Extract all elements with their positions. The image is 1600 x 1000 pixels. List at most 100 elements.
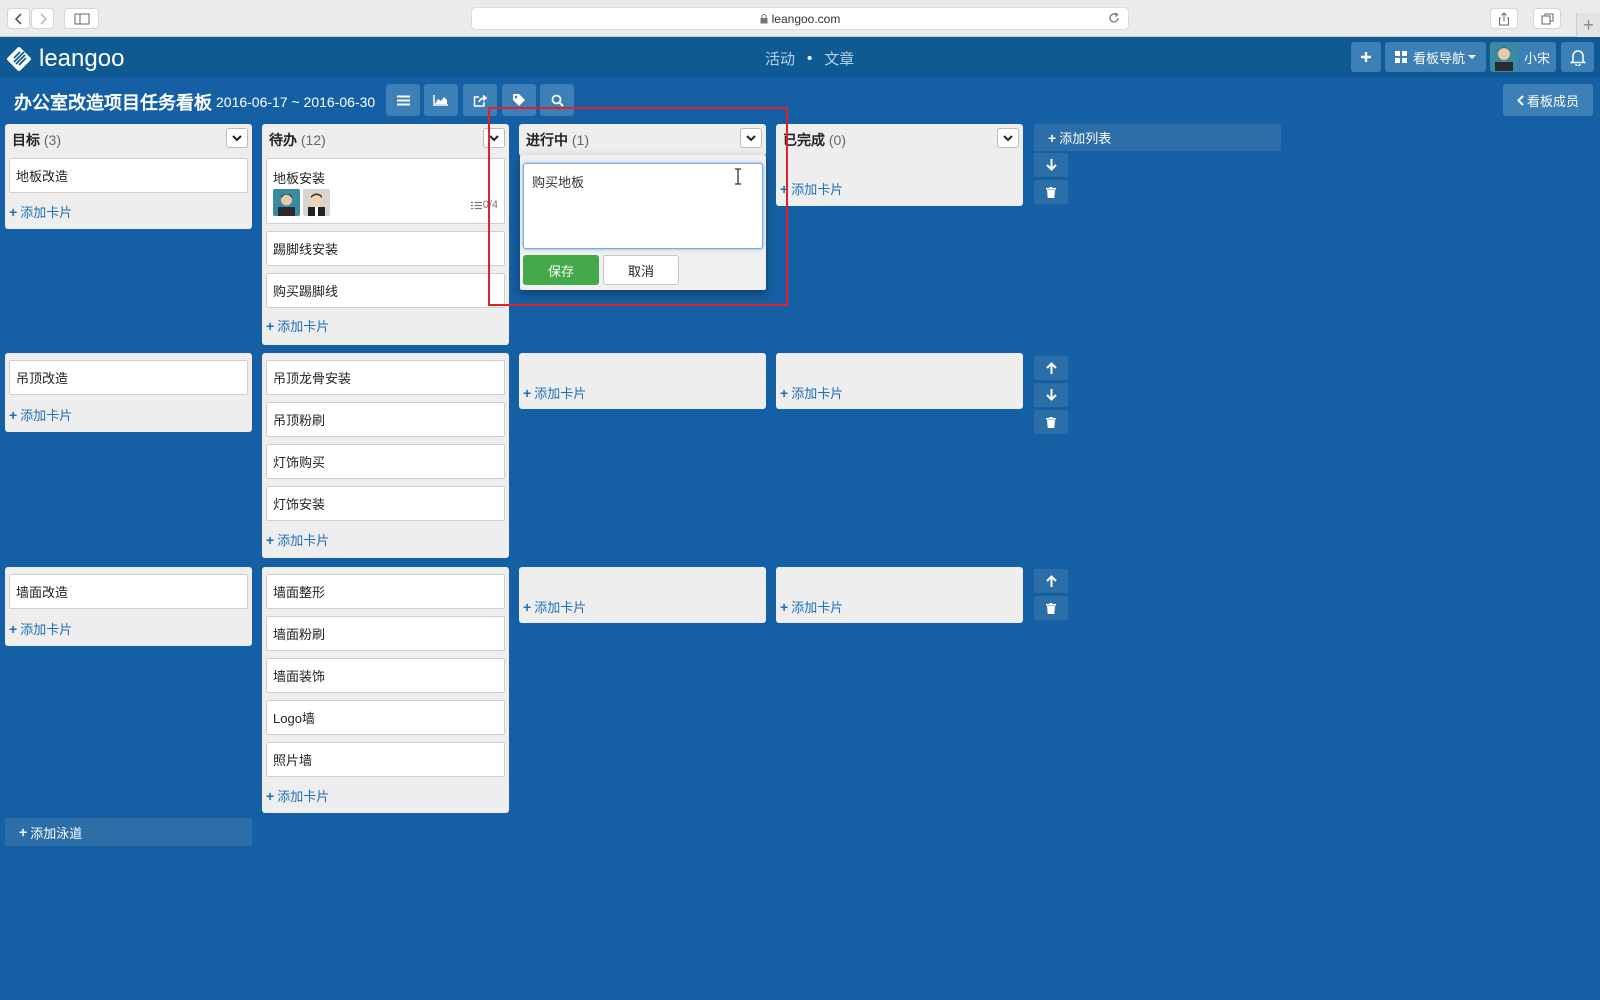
add-card-button[interactable]: + 添加卡片 <box>9 202 72 221</box>
add-list-button[interactable]: + 添加列表 <box>1034 124 1281 151</box>
card[interactable]: 灯饰安装 <box>266 486 505 521</box>
tag-icon <box>513 94 525 106</box>
share-icon <box>1499 11 1509 25</box>
add-card-button[interactable]: + 添加卡片 <box>780 179 843 198</box>
notifications-button[interactable] <box>1561 42 1594 72</box>
add-card-label: 添加卡片 <box>791 182 844 197</box>
lane3-doing-column: + 添加卡片 <box>519 567 766 623</box>
plus-icon <box>1361 52 1371 62</box>
card[interactable]: 照片墙 <box>266 742 505 777</box>
menu-icon <box>396 95 410 105</box>
tabs-overview-button[interactable] <box>1533 8 1561 29</box>
add-card-label: 添加卡片 <box>20 408 73 423</box>
column-count: (0) <box>828 132 847 148</box>
card-title: 灯饰安装 <box>273 497 326 512</box>
chevron-left-icon <box>14 12 22 25</box>
url-text: leangoo.com <box>771 11 841 26</box>
card[interactable]: Logo墙 <box>266 700 505 735</box>
lane-delete-button[interactable] <box>1034 180 1068 204</box>
plus-icon: + <box>266 317 275 334</box>
card[interactable]: 墙面改造 <box>9 574 248 609</box>
add-card-button[interactable]: + 添加卡片 <box>266 316 329 335</box>
add-card-label: 添加卡片 <box>791 386 844 401</box>
board-header: 办公室改造项目任务看板 2016-06-17 ~ 2016-06-30 <box>14 89 375 115</box>
member-avatar <box>303 189 330 216</box>
card-title: 吊顶改造 <box>16 371 69 386</box>
add-card-button[interactable]: + 添加卡片 <box>9 619 72 638</box>
reload-icon[interactable] <box>1108 12 1120 24</box>
grid-icon <box>1394 51 1407 63</box>
card[interactable]: 墙面粉刷 <box>266 616 505 651</box>
sidebar-toggle-button[interactable] <box>64 8 99 29</box>
add-card-button[interactable]: + 添加卡片 <box>780 383 843 402</box>
column-menu-button[interactable] <box>997 128 1019 148</box>
member-avatar-image <box>303 189 330 216</box>
add-card-button[interactable]: + 添加卡片 <box>523 597 586 616</box>
column-count: (3) <box>43 132 62 148</box>
add-card-button[interactable]: + 添加卡片 <box>523 383 586 402</box>
chevron-left-icon <box>1517 94 1524 106</box>
lane1-goal-column: 目标 (3) 地板改造 + 添加卡片 <box>5 124 252 229</box>
lane1-done-column: 已完成 (0) + 添加卡片 <box>776 124 1023 206</box>
card-title: 吊顶龙骨安装 <box>273 371 352 386</box>
lane-move-down-button[interactable] <box>1034 153 1068 177</box>
add-card-button[interactable]: + 添加卡片 <box>266 786 329 805</box>
lane-move-up-button[interactable] <box>1034 356 1068 380</box>
lane-delete-button[interactable] <box>1034 410 1068 434</box>
share-button[interactable] <box>1490 8 1518 29</box>
new-tab-button[interactable]: + <box>1576 13 1600 37</box>
column-menu-button[interactable] <box>226 128 248 148</box>
card[interactable]: 地板安装 0/4 <box>266 158 505 224</box>
plus-icon: + <box>523 384 532 401</box>
card[interactable]: 墙面装饰 <box>266 658 505 693</box>
create-button[interactable] <box>1351 42 1381 72</box>
plus-icon: + <box>9 406 18 423</box>
lane-delete-button[interactable] <box>1034 596 1068 620</box>
add-card-button[interactable]: + 添加卡片 <box>780 597 843 616</box>
area-chart-icon <box>433 95 448 106</box>
add-card-label: 添加卡片 <box>534 600 587 615</box>
nav-article-link[interactable]: 文章 <box>824 48 854 69</box>
arrow-up-icon <box>1045 575 1057 587</box>
card[interactable]: 墙面整形 <box>266 574 505 609</box>
card[interactable]: 踢脚线安装 <box>266 231 505 266</box>
card-title: 墙面装饰 <box>273 669 326 684</box>
plus-icon: + <box>780 598 789 615</box>
tabs-icon <box>1541 13 1553 24</box>
nav-separator: • <box>807 50 813 67</box>
card[interactable]: 地板改造 <box>9 158 248 193</box>
add-card-label: 添加卡片 <box>20 622 73 637</box>
card-members <box>273 189 330 216</box>
card[interactable]: 灯饰购买 <box>266 444 505 479</box>
lane3-goal-column: 墙面改造 + 添加卡片 <box>5 567 252 646</box>
column-name: 目标 <box>12 132 40 148</box>
forward-button[interactable] <box>31 8 54 29</box>
board-title[interactable]: 办公室改造项目任务看板 <box>14 89 212 115</box>
menu-button[interactable] <box>386 84 420 116</box>
card[interactable]: 吊顶改造 <box>9 360 248 395</box>
column-header-done: 已完成 (0) <box>783 130 846 150</box>
user-menu[interactable]: 小宋 <box>1490 42 1556 72</box>
lock-icon <box>760 13 768 23</box>
add-card-button[interactable]: + 添加卡片 <box>9 405 72 424</box>
user-avatar-image <box>1490 43 1518 71</box>
column-header-goal: 目标 (3) <box>12 130 61 150</box>
chart-button[interactable] <box>424 84 458 116</box>
board-members-button[interactable]: 看板成员 <box>1503 84 1593 116</box>
add-card-button[interactable]: + 添加卡片 <box>266 530 329 549</box>
logo[interactable]: leangoo <box>6 45 124 73</box>
lane-move-up-button[interactable] <box>1034 569 1068 593</box>
lane-move-down-button[interactable] <box>1034 383 1068 407</box>
card[interactable]: 吊顶龙骨安装 <box>266 360 505 395</box>
add-lane-button[interactable]: + 添加泳道 <box>5 818 252 846</box>
app-topbar: leangoo 活动 • 文章 看板导航 小宋 <box>0 37 1600 77</box>
plus-icon: + <box>9 203 18 220</box>
card[interactable]: 购买踢脚线 <box>266 273 505 308</box>
member-avatar <box>273 189 300 216</box>
plus-icon: + <box>9 620 18 637</box>
nav-activity-link[interactable]: 活动 <box>765 48 795 69</box>
board-nav-dropdown[interactable]: 看板导航 <box>1385 42 1486 72</box>
back-button[interactable] <box>7 8 30 29</box>
address-bar[interactable]: leangoo.com <box>471 7 1129 30</box>
card[interactable]: 吊顶粉刷 <box>266 402 505 437</box>
